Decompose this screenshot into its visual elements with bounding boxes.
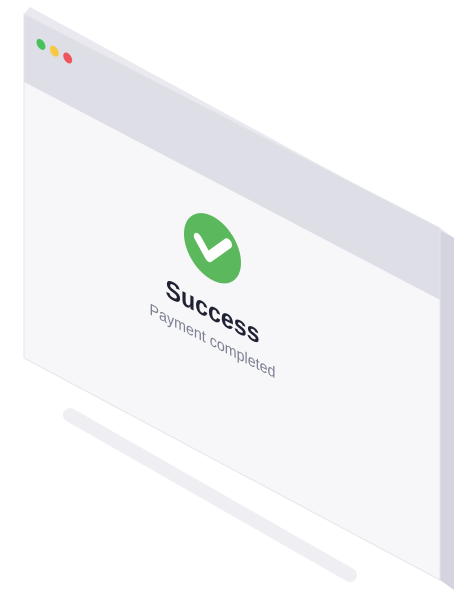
stage: Success Payment completed xyxy=(0,0,454,590)
browser-window xyxy=(23,7,454,590)
isometric-browser-scene: Success Payment completed xyxy=(23,7,454,590)
window-edge-right xyxy=(440,228,454,590)
